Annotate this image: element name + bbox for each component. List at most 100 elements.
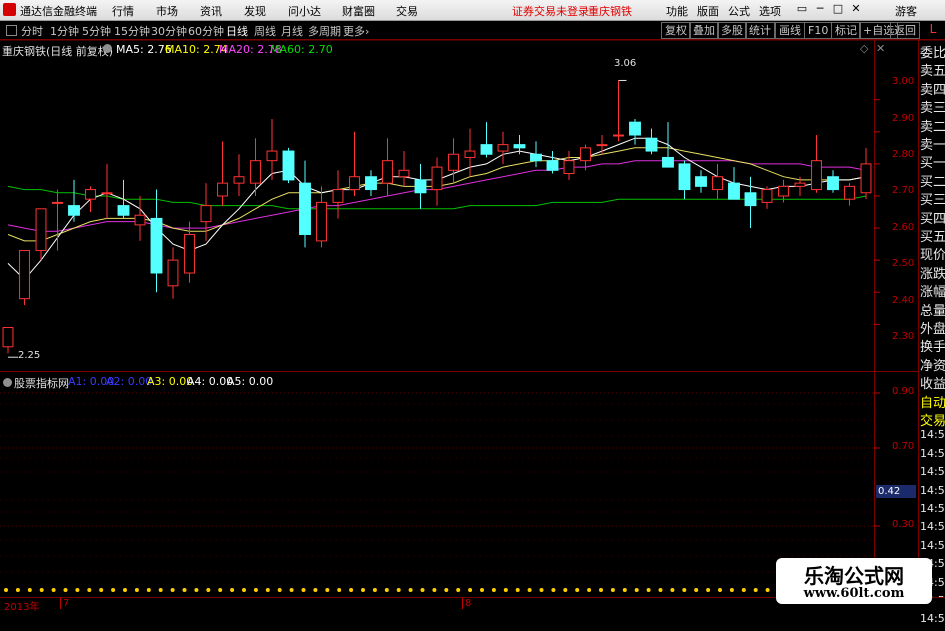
- candle-up: [563, 160, 575, 175]
- footer-dot: [622, 588, 627, 592]
- indicator-settings-icon[interactable]: [3, 378, 12, 387]
- candle-up: [217, 182, 228, 197]
- date-month-7: 7: [60, 598, 69, 609]
- candle-up: [580, 147, 591, 162]
- footer-dot: [587, 588, 592, 592]
- chart-close-icon[interactable]: ✕: [876, 42, 885, 55]
- footer-dot: [242, 588, 246, 592]
- footer-dot: [503, 588, 508, 592]
- chart-collapse-icon[interactable]: ◇: [860, 42, 868, 55]
- candle-up: [52, 201, 63, 204]
- footer-dot: [468, 588, 473, 592]
- candle-up: [778, 185, 789, 197]
- candle-down: [546, 160, 559, 171]
- footer-dot: [408, 588, 413, 592]
- candle-down: [827, 176, 839, 191]
- footer-dot: [658, 588, 663, 592]
- footer-dot: [432, 588, 437, 592]
- price-tick: 3.00: [892, 76, 915, 87]
- footer-dot: [575, 588, 580, 592]
- side-label: 14:56: [920, 612, 945, 626]
- footer-dot: [694, 588, 699, 592]
- candle-up: [167, 259, 179, 287]
- candle-up: [134, 214, 146, 226]
- candle-down: [645, 137, 658, 152]
- footer-dot: [206, 588, 211, 592]
- side-label: 换手: [920, 340, 945, 356]
- date-year: 2013年: [4, 602, 40, 613]
- footer-dot: [39, 588, 44, 592]
- footer-dot: [729, 588, 734, 592]
- footer-dot: [515, 588, 520, 592]
- candle-up: [382, 160, 393, 184]
- footer-dot: [194, 588, 199, 592]
- side-label: 14:56: [920, 428, 945, 442]
- footer-dot: [670, 588, 675, 592]
- footer-dot: [182, 588, 187, 592]
- candle-down: [117, 205, 130, 216]
- quote-side-panel: 委比 卖五 卖四 卖三 卖二 卖一 买一 买二 买三 买四 买五 现价 涨跌 涨幅 总量 外盘 换手 净资 收益 自动…: [918, 40, 945, 625]
- candle-up: [761, 189, 773, 203]
- side-label: 涨跌: [920, 266, 945, 282]
- price-tick: 2.90: [892, 113, 915, 124]
- footer-dot: [682, 588, 687, 592]
- candle-up: [431, 166, 443, 191]
- candle-down: [744, 192, 757, 207]
- candle-up: [85, 189, 96, 200]
- footer-dot: [610, 588, 615, 592]
- side-label: 卖四: [920, 82, 945, 98]
- side-label: 买一: [920, 156, 945, 172]
- footer-dot: [15, 588, 20, 592]
- footer-dot: [75, 588, 80, 592]
- footer-dot: [491, 588, 496, 592]
- side-label: 收益: [920, 377, 945, 393]
- side-label: 14:56: [920, 483, 945, 497]
- candle-up: [811, 160, 822, 191]
- candle-down: [695, 176, 707, 187]
- indicator-tick: 0.90: [892, 386, 915, 397]
- candle-up: [448, 153, 459, 171]
- candle-up: [613, 134, 624, 137]
- side-label: 14:56: [920, 465, 945, 479]
- candle-down: [678, 163, 691, 191]
- footer-dot: [765, 588, 770, 592]
- candle-down: [530, 153, 542, 162]
- footer-dot: [170, 588, 175, 592]
- candle-down: [299, 182, 311, 235]
- indicator-title: 股票指标网: [14, 377, 69, 390]
- candle-up: [464, 150, 476, 158]
- main-settings-icon[interactable]: [103, 44, 112, 53]
- candle-up: [860, 163, 872, 194]
- footer-dot: [456, 588, 461, 592]
- side-label: 买三: [920, 193, 945, 209]
- indicator-tick: 0.70: [892, 441, 915, 452]
- low-annotation: 2.25: [18, 350, 41, 361]
- side-label: 卖五: [920, 64, 945, 80]
- price-tick: 2.30: [892, 331, 915, 342]
- side-label: 卖一: [920, 138, 945, 153]
- candle-up: [233, 176, 245, 184]
- side-label: 卖三: [920, 101, 945, 117]
- footer-dot: [753, 588, 758, 592]
- side-label: 14:56: [920, 446, 945, 460]
- side-label: 自动: [920, 395, 945, 411]
- footer-dot: [372, 588, 377, 592]
- footer-dot: [646, 588, 651, 592]
- kline-chart[interactable]: [0, 0, 945, 609]
- footer-dot: [444, 588, 449, 592]
- footer-dot: [146, 588, 151, 592]
- candle-down: [629, 121, 641, 136]
- candle-down: [662, 156, 674, 168]
- ma60-label: MA60: 2.70: [270, 43, 333, 56]
- candle-up: [844, 185, 855, 200]
- footer-dot: [741, 588, 746, 592]
- footer-dot: [527, 588, 532, 592]
- footer-dot: [218, 588, 223, 592]
- footer-dot: [551, 588, 556, 592]
- footer-dot: [158, 588, 163, 592]
- price-tick: 2.70: [892, 185, 915, 196]
- candle-up: [316, 201, 327, 242]
- footer-dot: [253, 588, 258, 592]
- watermark-box: 乐淘公式网 www.60lt.com: [776, 558, 932, 604]
- side-label: 14:56: [920, 538, 945, 552]
